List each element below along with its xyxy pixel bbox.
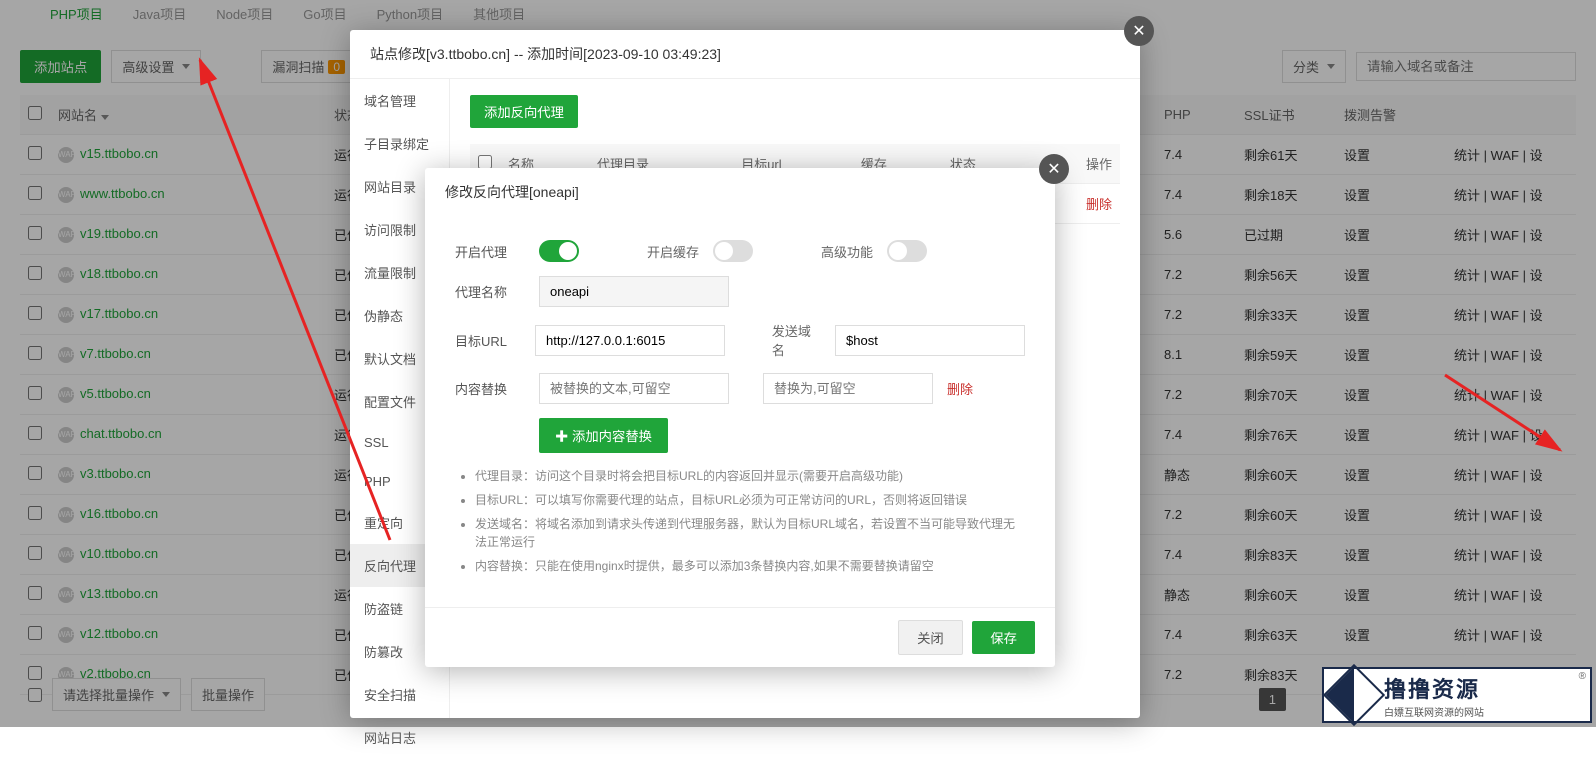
dialog2-title: 修改反向代理[oneapi] [425,168,1055,216]
advanced-label: 高级功能 [821,242,873,261]
save-button[interactable]: 保存 [972,621,1035,654]
send-domain-input[interactable] [835,325,1025,356]
help-item: 内容替换：只能在使用nginx时提供，最多可以添加3条替换内容,如果不需要替换请… [475,557,1025,575]
help-item: 目标URL：可以填写你需要代理的站点，目标URL必须为可正常访问的URL，否则将… [475,491,1025,509]
edit-proxy-dialog: ✕ 修改反向代理[oneapi] 开启代理 开启缓存 高级功能 代理名称 目标U… [425,168,1055,667]
enable-cache-label: 开启缓存 [647,242,699,261]
brand-watermark: 撸撸资源 白嫖互联网资源的网站 ® [1322,667,1592,723]
enable-cache-toggle[interactable] [713,240,753,262]
help-item: 发送域名：将域名添加到请求头传递到代理服务器，默认为目标URL域名，若设置不当可… [475,515,1025,551]
close-icon[interactable]: ✕ [1039,154,1069,184]
proxy-name-label: 代理名称 [455,282,525,301]
proxy-name-input [539,276,729,307]
help-item: 代理目录：访问这个目录时将会把目标URL的内容返回并显示(需要开启高级功能) [475,467,1025,485]
brand-subtitle: 白嫖互联网资源的网站 [1384,704,1484,719]
brand-logo-icon [1323,664,1385,726]
target-url-label: 目标URL [455,331,521,350]
close-icon[interactable]: ✕ [1124,16,1154,46]
add-replace-button[interactable]: ✚ 添加内容替换 [539,418,668,453]
enable-proxy-label: 开启代理 [455,242,525,261]
close-button[interactable]: 关闭 [898,620,963,655]
nav-item-1[interactable]: 子目录绑定 [350,122,449,165]
help-text: 代理目录：访问这个目录时将会把目标URL的内容返回并显示(需要开启高级功能) 目… [475,467,1025,575]
proxy-select-all[interactable] [478,155,492,169]
enable-proxy-toggle[interactable] [539,240,579,262]
delete-replace-link[interactable]: 删除 [947,379,973,398]
delete-link[interactable]: 删除 [1086,197,1112,212]
dialog1-title: 站点修改[v3.ttbobo.cn] -- 添加时间[2023-09-10 03… [350,30,1140,78]
advanced-toggle[interactable] [887,240,927,262]
nav-item-0[interactable]: 域名管理 [350,79,449,122]
registered-icon: ® [1579,671,1586,682]
replace-from-input[interactable] [539,373,729,404]
send-domain-label: 发送域名 [772,321,821,359]
add-proxy-button[interactable]: 添加反向代理 [470,95,578,128]
replace-to-input[interactable] [763,373,933,404]
nav-item-15[interactable]: 网站日志 [350,716,449,759]
brand-title: 撸撸资源 [1384,672,1484,704]
content-replace-label: 内容替换 [455,379,525,398]
target-url-input[interactable] [535,325,725,356]
nav-item-14[interactable]: 安全扫描 [350,673,449,716]
